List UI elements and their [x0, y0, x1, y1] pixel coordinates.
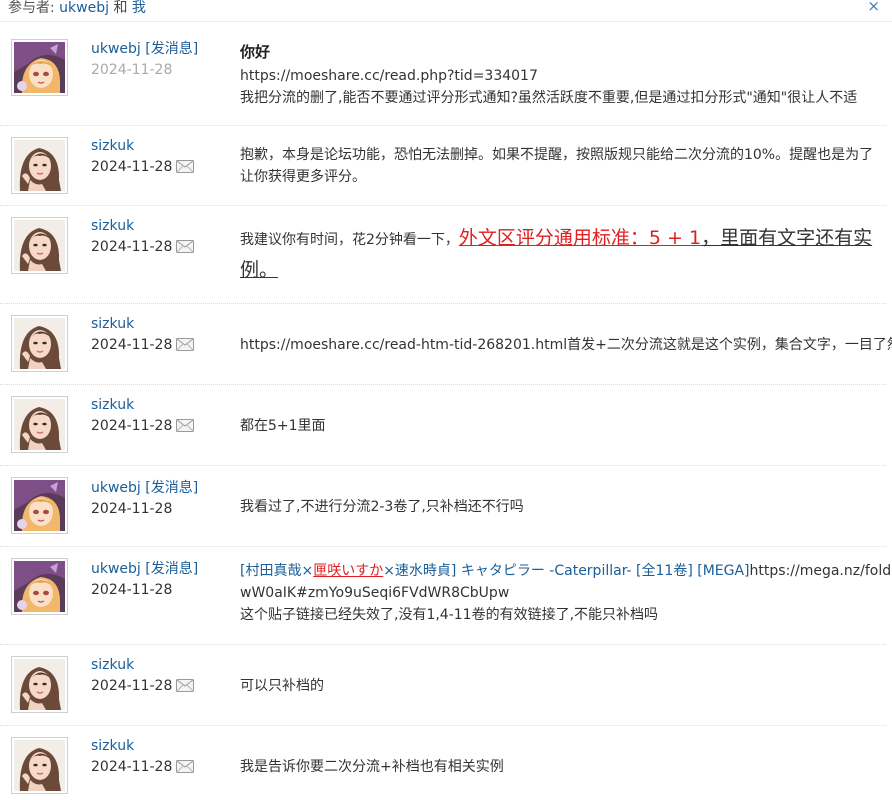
message-text: 可以只补档的	[240, 678, 324, 694]
thread-link-line: [村田真哉×匣咲いすか×速水時貞] キャタピラー -Caterpillar- […	[240, 560, 892, 582]
participants-label: 参与者:	[8, 0, 55, 16]
message-item: sizkuk 2024-11-28 抱歉，本身是论坛功能，恐怕无法删掉。如果不提…	[0, 126, 886, 206]
message-item: sizkuk 2024-11-28 我建议你有时间，花2分钟看一下，外文区评分通…	[0, 206, 886, 304]
author-name[interactable]: sizkuk	[91, 395, 194, 415]
message-date: 2024-11-28	[91, 62, 173, 78]
participants-bar: 参与者: ukwebj 和 我 ×	[0, 0, 892, 22]
message-body: 我建议你有时间，花2分钟看一下，外文区评分通用标准：5 + 1，里面有文字还有实…	[240, 223, 885, 287]
avatar[interactable]	[11, 396, 68, 453]
message-body: https://moeshare.cc/read-htm-tid-268201.…	[240, 334, 892, 356]
message-meta: ukwebj [发消息] 2024-11-28	[91, 478, 198, 519]
envelope-icon[interactable]	[176, 760, 194, 773]
message-item: sizkuk 2024-11-28 可以只补档的	[0, 645, 886, 726]
avatar[interactable]	[11, 656, 68, 713]
message-date: 2024-11-28	[91, 237, 194, 257]
participant-ukwebj[interactable]: ukwebj	[59, 0, 109, 16]
message-meta: sizkuk 2024-11-28	[91, 395, 194, 436]
message-meta: ukwebj [发消息] 2024-11-28	[91, 39, 198, 80]
message-item: ukwebj [发消息] 2024-11-28 你好 https://moesh…	[0, 23, 886, 126]
author-name[interactable]: ukwebj [发消息]	[91, 559, 198, 579]
message-body: 我是告诉你要二次分流+补档也有相关实例	[240, 756, 880, 778]
envelope-icon[interactable]	[176, 240, 194, 253]
message-line: https://moeshare.cc/read.php?tid=334017	[240, 68, 538, 84]
avatar[interactable]	[11, 477, 68, 534]
participants-line: 参与者: ukwebj 和 我	[8, 0, 146, 17]
author-name[interactable]: sizkuk	[91, 736, 194, 756]
mega-url-cont[interactable]: wW0aIK#zmYo9uSeqi6FVdWR8CbUpw	[240, 582, 880, 604]
message-meta: ukwebj [发消息] 2024-11-28	[91, 559, 198, 600]
message-body: [村田真哉×匣咲いすか×速水時貞] キャタピラー -Caterpillar- […	[240, 560, 892, 626]
message-item: ukwebj [发消息] 2024-11-28 [村田真哉×匣咲いすか×速水時貞…	[0, 547, 892, 645]
message-date: 2024-11-28	[91, 157, 194, 177]
avatar[interactable]	[11, 737, 68, 794]
message-meta: sizkuk 2024-11-28	[91, 736, 194, 777]
message-line: 我把分流的删了,能否不要通过评分形式通知?虽然活跃度不重要,但是通过扣分形式"通…	[240, 90, 858, 106]
participant-me[interactable]: 我	[132, 0, 146, 16]
message-text: 我是告诉你要二次分流+补档也有相关实例	[240, 759, 504, 775]
message-date: 2024-11-28	[91, 501, 173, 517]
message-item: sizkuk 2024-11-28 都在5+1里面	[0, 385, 886, 466]
message-meta: sizkuk 2024-11-28	[91, 655, 194, 696]
author-name[interactable]: sizkuk	[91, 216, 194, 236]
envelope-icon[interactable]	[176, 160, 194, 173]
envelope-icon[interactable]	[176, 419, 194, 432]
close-icon[interactable]: ×	[867, 0, 880, 15]
message-text: 都在5+1里面	[240, 418, 326, 434]
message-date: 2024-11-28	[91, 416, 194, 436]
send-message-link[interactable]: [发消息]	[145, 41, 198, 57]
message-date: 2024-11-28	[91, 676, 194, 696]
message-date: 2024-11-28	[91, 757, 194, 777]
message-item: sizkuk 2024-11-28 https://moeshare.cc/re…	[0, 304, 892, 385]
message-item: sizkuk 2024-11-28 我是告诉你要二次分流+补档也有相关实例	[0, 726, 886, 800]
author-name[interactable]: ukwebj [发消息]	[91, 478, 198, 498]
avatar[interactable]	[11, 137, 68, 194]
message-meta: sizkuk 2024-11-28	[91, 136, 194, 177]
send-message-link[interactable]: [发消息]	[145, 561, 198, 577]
message-meta: sizkuk 2024-11-28	[91, 314, 194, 355]
mega-url[interactable]: https://mega.nz/folder/zL	[750, 563, 892, 579]
author-name[interactable]: ukwebj [发消息]	[91, 39, 198, 59]
author-name[interactable]: sizkuk	[91, 136, 194, 156]
message-subject: 你好	[240, 43, 271, 61]
message-body: 都在5+1里面	[240, 415, 880, 437]
send-message-link[interactable]: [发消息]	[145, 480, 198, 496]
message-text: https://moeshare.cc/read-htm-tid-268201.…	[240, 337, 892, 353]
message-body: 我看过了,不进行分流2-3卷了,只补档还不行吗	[240, 496, 880, 518]
author-name[interactable]: sizkuk	[91, 655, 194, 675]
envelope-icon[interactable]	[176, 679, 194, 692]
thread-link[interactable]: [村田真哉×匣咲いすか×速水時貞] キャタピラー -Caterpillar- […	[240, 563, 750, 579]
message-date: 2024-11-28	[91, 582, 173, 598]
message-body: 可以只补档的	[240, 675, 880, 697]
message-meta: sizkuk 2024-11-28	[91, 216, 194, 257]
message-text: 我看过了,不进行分流2-3卷了,只补档还不行吗	[240, 499, 524, 515]
avatar[interactable]	[11, 315, 68, 372]
message-text: 我建议你有时间，花2分钟看一下，	[240, 232, 459, 248]
participants-and: 和	[113, 0, 128, 16]
message-body: 你好 https://moeshare.cc/read.php?tid=3340…	[240, 41, 880, 109]
author-name[interactable]: sizkuk	[91, 314, 194, 334]
avatar[interactable]	[11, 217, 68, 274]
message-body: 抱歉，本身是论坛功能，恐怕无法删掉。如果不提醒，按照版规只能给二次分流的10%。…	[240, 144, 876, 188]
message-text: 抱歉，本身是论坛功能，恐怕无法删掉。如果不提醒，按照版规只能给二次分流的10%。…	[240, 147, 874, 185]
message-item: ukwebj [发消息] 2024-11-28 我看过了,不进行分流2-3卷了,…	[0, 466, 886, 547]
rating-standard-link[interactable]: 外文区评分通用标准：5 + 1	[459, 227, 701, 249]
envelope-icon[interactable]	[176, 338, 194, 351]
message-text: 这个贴子链接已经失效了,没有1,4-11卷的有效链接了,不能只补档吗	[240, 607, 659, 623]
message-date: 2024-11-28	[91, 335, 194, 355]
avatar[interactable]	[11, 558, 68, 615]
avatar[interactable]	[11, 39, 68, 96]
